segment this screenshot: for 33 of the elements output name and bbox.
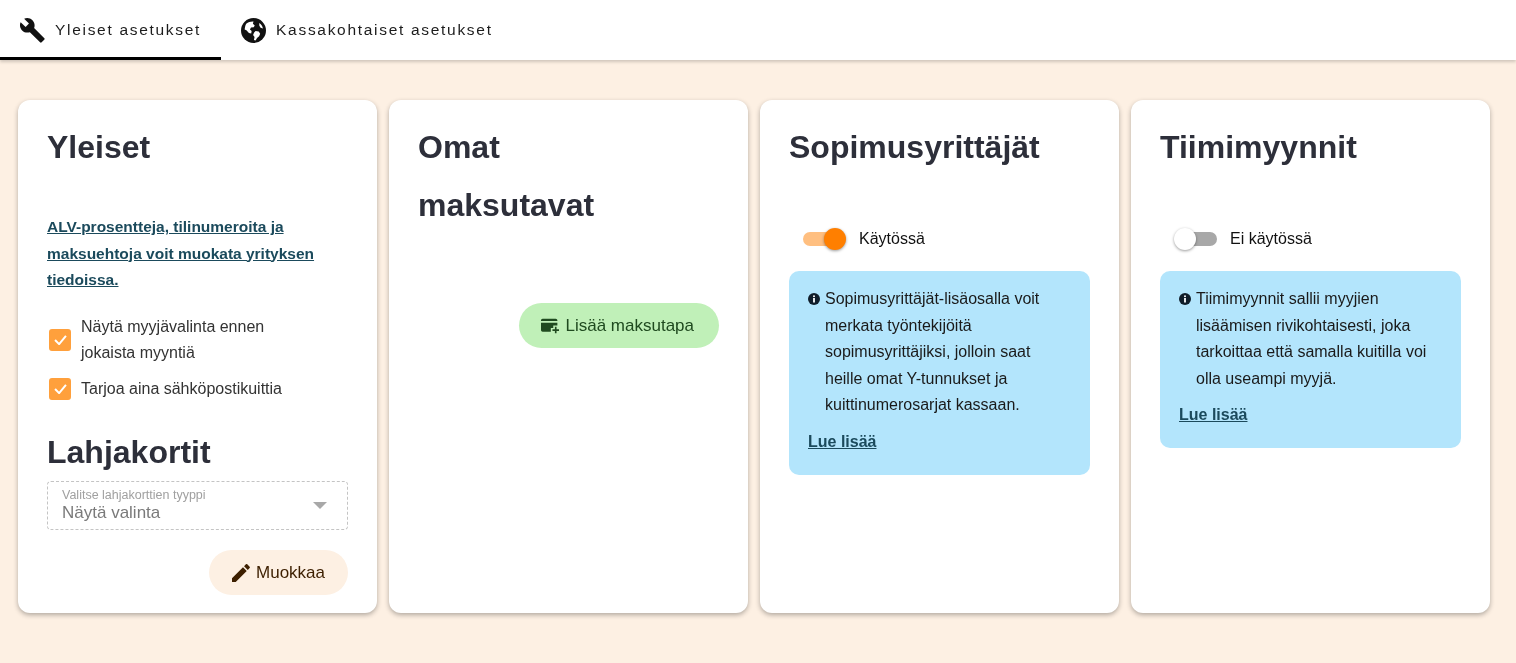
card-title: Yleiset: [47, 128, 151, 167]
info-icon: [1179, 293, 1191, 305]
toggle-label: Käytössä: [859, 230, 925, 248]
checkbox[interactable]: [49, 328, 71, 351]
wrench-icon: [20, 17, 45, 43]
section-title: Lahjakortit: [47, 432, 211, 472]
globe-icon: [241, 17, 267, 43]
toggle-label: Ei käytössä: [1230, 230, 1312, 248]
field-label: Valitse lahjakorttien tyyppi: [62, 487, 206, 503]
checkbox-label: Tarjoa aina sähköpostikuittia: [81, 378, 282, 399]
card-plus-icon: [541, 316, 560, 335]
checkmark-icon: [53, 383, 67, 394]
pencil-icon: [232, 563, 250, 582]
edit-button[interactable]: Muokkaa: [209, 550, 348, 595]
checkbox-label: Näytä myyjävalinta ennen jokaista myyntiä: [81, 316, 266, 363]
dropdown-caret-icon: [313, 501, 327, 509]
checkbox[interactable]: [49, 377, 71, 400]
company-info-link[interactable]: ALV-prosentteja, tilinumeroita ja maksuehtoja voit muokata yrityksen tiedoissa.: [47, 214, 348, 294]
info-icon: [808, 293, 820, 305]
checkmark-icon: [53, 334, 67, 345]
info-text: Sopimusyrittäjät-lisäosalla voit merkata työntekijöitä sopimusyrittäjiksi, jolloin saat heille omat Y-tunnukset ja kuittinumerosarjat kassaan.: [825, 289, 1041, 415]
settings-tab[interactable]: Kassakohtaiset asetukset: [221, 0, 513, 60]
toggle-switch[interactable]: [803, 228, 846, 250]
card-title: Tiimimyynnit: [1160, 128, 1357, 167]
card-title: Omat maksutavat: [418, 128, 596, 225]
read-more-link[interactable]: Lue lisää: [808, 428, 877, 455]
add-payment-button[interactable]: Lisää maksutapa: [519, 303, 719, 348]
info-text: Tiimimyynnit sallii myyjien lisäämisen rivikohtaisesti, joka tarkoittaa että samalla kuitilla voi olla useampi myyjä.: [1196, 289, 1428, 389]
settings-tab[interactable]: Yleiset asetukset: [0, 0, 222, 60]
field-value: Näytä valinta: [62, 502, 161, 523]
card-title: Sopimusyrittäjät: [789, 128, 1040, 167]
read-more-link[interactable]: Lue lisää: [1179, 402, 1248, 428]
toggle-switch[interactable]: [1174, 228, 1217, 250]
